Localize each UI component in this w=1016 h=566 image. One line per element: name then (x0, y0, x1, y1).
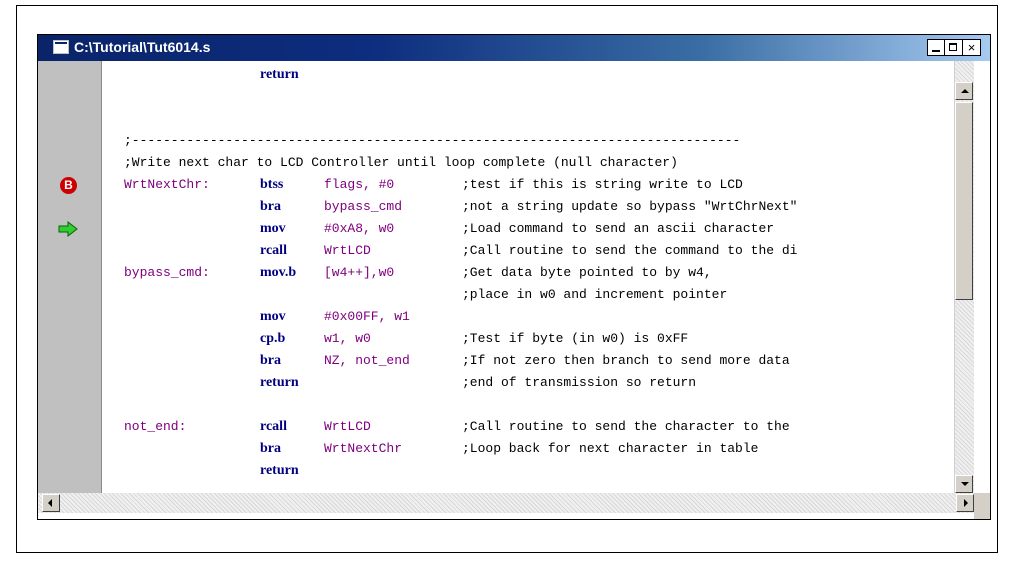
code-line[interactable]: mov #0x00FF, w1 (102, 306, 954, 328)
horizontal-scrollbar[interactable] (38, 493, 974, 513)
scroll-right-button[interactable] (956, 494, 974, 512)
code-line[interactable]: rcall WrtLCD ;Call routine to send the com… (102, 240, 954, 262)
code-editor[interactable]: return ;---------------------------------… (102, 61, 954, 493)
code-comment: ;Test if byte (in w0) is 0xFF (462, 331, 689, 346)
code-comment: ;test if this is string write to LCD (462, 177, 743, 192)
breakpoint-gutter[interactable]: B (38, 61, 102, 493)
code-line[interactable]: ;---------------------------------------… (102, 130, 954, 152)
code-line[interactable]: bypass_cmd: mov.b [w4++],w0 ;Get data byte … (102, 262, 954, 284)
right-arrow-icon (964, 499, 968, 507)
code-mnemonic: mov (260, 309, 286, 324)
scroll-up-button[interactable] (955, 82, 973, 100)
code-comment: ;end of transmission so return (462, 375, 697, 390)
code-operands: flags, #0 (324, 177, 395, 192)
code-operands: #0xA8, w0 (324, 221, 395, 236)
code-operands: WrtLCD (324, 419, 371, 434)
code-line[interactable]: return ;end of transmission so return (102, 372, 954, 394)
scroll-left-button[interactable] (42, 494, 60, 512)
code-operands: WrtLCD (324, 243, 371, 258)
window-title: C:\Tutorial\Tut6014.s (74, 39, 211, 55)
execution-pointer-icon (58, 221, 78, 237)
code-comment: ;not a string update so bypass "WrtChrNe… (462, 199, 798, 214)
window-controls: × (927, 39, 981, 56)
code-comment: ;If not zero then branch to send more da… (462, 353, 790, 368)
code-label: WrtNextChr: (124, 177, 210, 192)
code-line[interactable]: mov #0xA8, w0 ;Load command to send an asc… (102, 218, 954, 240)
code-line[interactable]: bra WrtNextChr ;Loop back for next charact… (102, 438, 954, 460)
breakpoint-icon[interactable]: B (60, 177, 77, 194)
maximize-button[interactable] (945, 39, 963, 56)
code-comment: ;Load command to send an ascii character (462, 221, 775, 236)
code-line[interactable]: return (102, 460, 954, 482)
scroll-down-button[interactable] (955, 475, 973, 493)
minimize-button[interactable] (927, 39, 945, 56)
code-comment: ;place in w0 and increment pointer (462, 287, 728, 302)
code-comment: ;---------------------------------------… (124, 133, 741, 148)
code-line[interactable]: bra NZ, not_end ;If not zero then branch t… (102, 350, 954, 372)
vertical-scrollbar[interactable] (954, 61, 974, 493)
code-line[interactable]: not_end: rcall WrtLCD ;Call routine to send… (102, 416, 954, 438)
code-mnemonic: btss (260, 177, 284, 192)
code-mnemonic: rcall (260, 419, 287, 434)
scrollbar-corner (974, 493, 990, 519)
code-mnemonic: return (260, 463, 299, 478)
left-arrow-icon (48, 499, 52, 507)
code-label: not_end: (124, 419, 187, 434)
code-line[interactable]: bra bypass_cmd ;not a string update so byp… (102, 196, 954, 218)
document-icon (53, 40, 69, 54)
down-arrow-icon (961, 482, 969, 486)
code-line[interactable] (102, 108, 954, 130)
code-operands: WrtNextChr (324, 441, 403, 456)
up-arrow-icon (961, 89, 969, 93)
vertical-scroll-thumb[interactable] (955, 102, 973, 300)
code-line[interactable] (102, 86, 954, 108)
code-mnemonic: return (260, 67, 299, 82)
code-mnemonic: return (260, 375, 299, 390)
code-operands: bypass_cmd (324, 199, 403, 214)
code-comment: ;Get data byte pointed to by w4, (462, 265, 712, 280)
code-comment: ;Call routine to send the character to t… (462, 419, 790, 434)
code-operands: #0x00FF, w1 (324, 309, 410, 324)
code-line[interactable]: WrtNextChr: btss flags, #0 ;test if this is… (102, 174, 954, 196)
code-operands: [w4++],w0 (324, 265, 395, 280)
code-operands: w1, w0 (324, 331, 371, 346)
code-mnemonic: mov (260, 221, 286, 236)
code-line[interactable]: return (102, 64, 954, 86)
code-label: bypass_cmd: (124, 265, 210, 280)
title-bar[interactable]: C:\Tutorial\Tut6014.s × (38, 35, 990, 61)
code-mnemonic: mov.b (260, 265, 297, 280)
code-mnemonic: cp.b (260, 331, 286, 346)
code-mnemonic: bra (260, 353, 281, 368)
close-button[interactable]: × (963, 39, 981, 56)
code-operands: NZ, not_end (324, 353, 410, 368)
code-line[interactable] (102, 394, 954, 416)
code-comment: ;Write next char to LCD Controller until… (124, 155, 678, 170)
code-comment: ;Call routine to send the command to the… (462, 243, 798, 258)
code-line[interactable]: cp.b w1, w0 ;Test if byte (in w0) is 0xFF (102, 328, 954, 350)
code-mnemonic: bra (260, 441, 281, 456)
code-line[interactable]: ;place in w0 and increment pointer (102, 284, 954, 306)
code-mnemonic: bra (260, 199, 281, 214)
code-mnemonic: rcall (260, 243, 287, 258)
code-comment: ;Loop back for next character in table (462, 441, 759, 456)
editor-window: C:\Tutorial\Tut6014.s × B return ;-------… (37, 34, 991, 520)
code-line[interactable]: ;Write next char to LCD Controller until… (102, 152, 954, 174)
